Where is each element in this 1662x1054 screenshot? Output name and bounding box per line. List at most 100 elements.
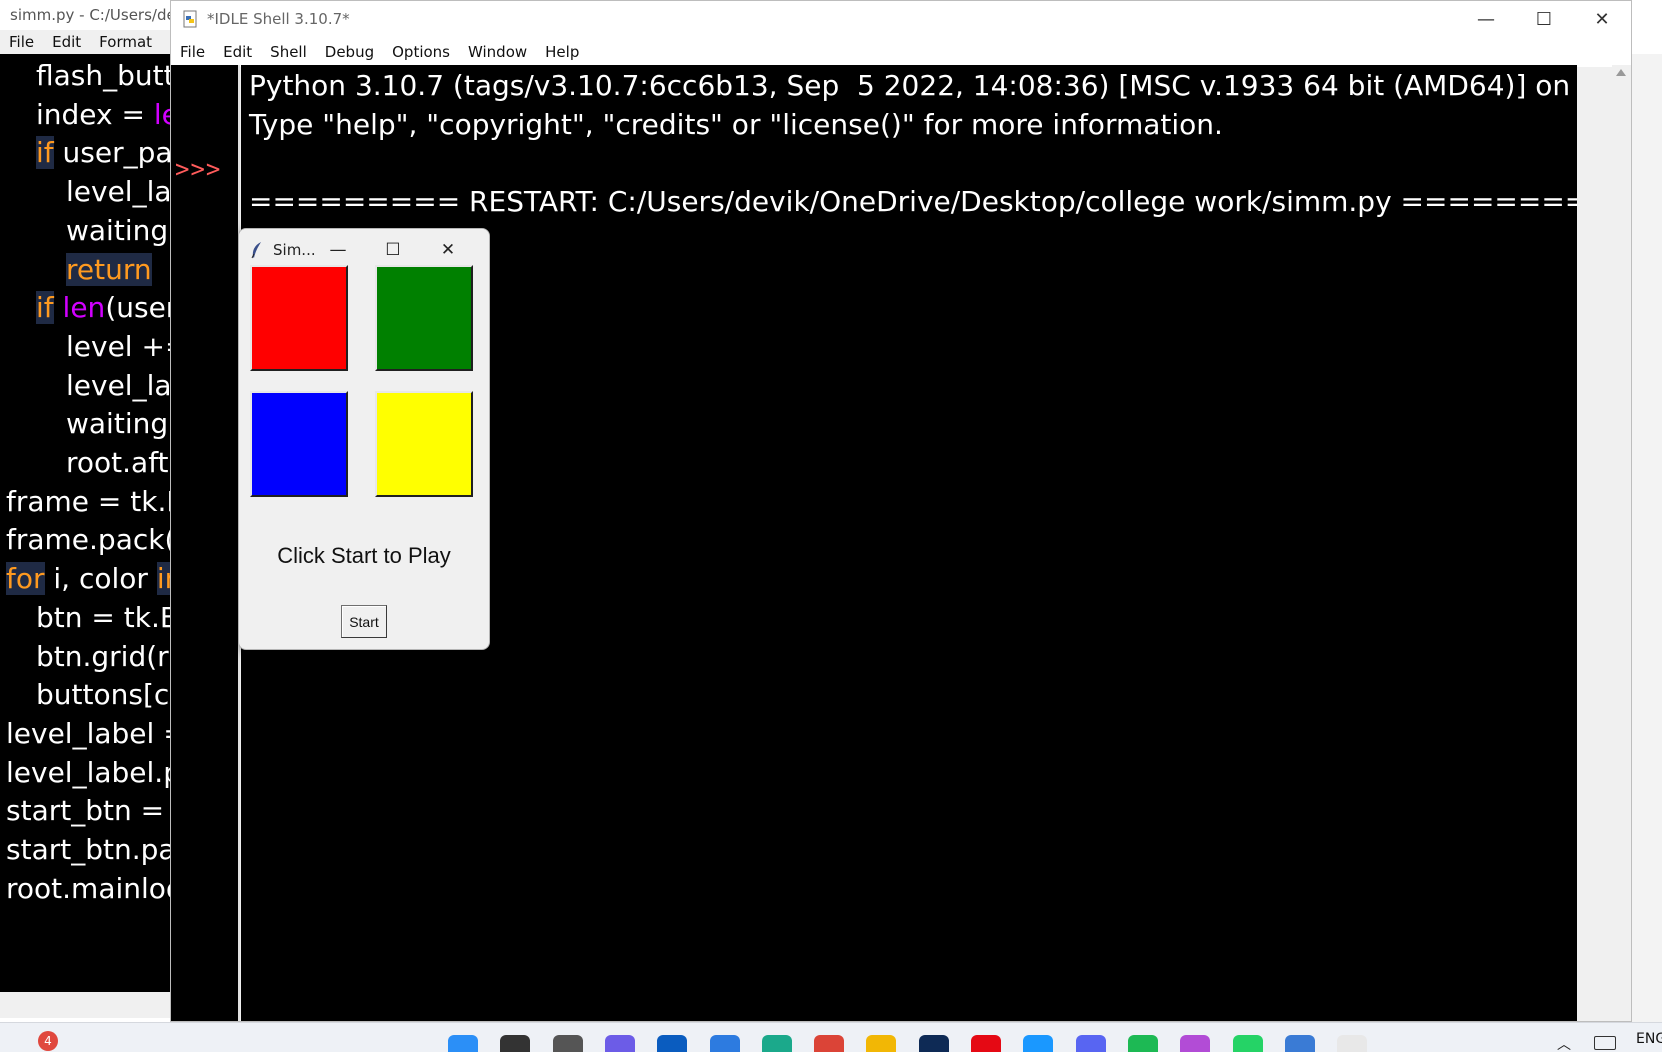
start-button[interactable]: Start xyxy=(341,605,387,638)
code-line: index = le xyxy=(36,94,170,135)
idle-icon[interactable] xyxy=(1337,1035,1368,1052)
shell-output-line: ========= RESTART: C:/Users/devik/OneDri… xyxy=(249,185,1577,219)
code-token: user_pa xyxy=(53,136,170,170)
code-token: level_la xyxy=(66,175,170,209)
code-line: root.aft xyxy=(66,442,169,483)
maximize-button[interactable]: ☐ xyxy=(1515,1,1573,37)
shell-menu-debug[interactable]: Debug xyxy=(325,43,374,61)
editor-window[interactable]: simm.py - C:/Users/devik/OneDrive/Deskto… xyxy=(0,0,171,1018)
code-line: start_btn.pa xyxy=(6,829,170,870)
code-line: frame.pack( xyxy=(6,519,170,560)
code-token: in xyxy=(156,562,170,596)
editor-menubar: FileEditFormatRun xyxy=(0,30,170,54)
editor-menu-format[interactable]: Format xyxy=(99,33,152,51)
vertical-scrollbar[interactable] xyxy=(1612,65,1631,1021)
code-token: (user xyxy=(105,291,170,325)
chevron-up-icon[interactable]: ︿ xyxy=(1557,1034,1571,1054)
shell-prompt: >>> xyxy=(175,155,222,183)
shell-menubar: File Edit Shell Debug Options Window Help xyxy=(171,37,1631,67)
simon-game-window[interactable]: Sim... — ☐ ✕ Click Start to Play Start xyxy=(238,228,490,650)
discord-icon[interactable] xyxy=(1075,1035,1106,1052)
code-line: flash_butt xyxy=(36,55,170,96)
code-token: level_la xyxy=(66,368,170,402)
language-indicator[interactable]: ENG xyxy=(1636,1031,1662,1047)
store-icon[interactable] xyxy=(709,1035,740,1052)
hp-icon[interactable] xyxy=(657,1035,688,1052)
shell-titlebar[interactable]: *IDLE Shell 3.10.7* — ☐ ✕ xyxy=(171,1,1631,37)
code-token: btn = tk.B xyxy=(36,600,170,634)
code-token: le xyxy=(153,97,170,131)
code-line: frame = tk.F xyxy=(6,481,170,522)
red-button[interactable] xyxy=(250,265,348,371)
code-line: waiting xyxy=(66,403,168,444)
spotify-icon[interactable] xyxy=(1127,1035,1158,1052)
chrome-icon[interactable] xyxy=(814,1035,845,1052)
shell-menu-options[interactable]: Options xyxy=(392,43,450,61)
code-line: if len(user xyxy=(36,287,170,328)
code-line: root.mainloo xyxy=(6,868,170,909)
edge-icon[interactable] xyxy=(761,1035,792,1052)
keyboard-icon[interactable] xyxy=(1594,1036,1616,1050)
code-token: index = xyxy=(36,97,154,131)
code-line: if user_pa xyxy=(36,132,170,173)
code-token: frame = tk.F xyxy=(6,484,170,518)
photos-icon[interactable] xyxy=(1284,1035,1315,1052)
close-button[interactable]: ✕ xyxy=(1573,1,1631,37)
code-token: btn.grid(r xyxy=(36,639,169,673)
yellow-button[interactable] xyxy=(375,391,473,497)
minimize-button[interactable]: — xyxy=(1457,1,1515,37)
shell-output-line: Python 3.10.7 (tags/v3.10.7:6cc6b13, Sep… xyxy=(249,69,1577,102)
code-line: level += xyxy=(66,326,170,367)
level-label: Click Start to Play xyxy=(277,543,451,568)
maps-icon[interactable] xyxy=(1180,1035,1211,1052)
code-line: level_label.p xyxy=(6,752,170,793)
code-token: return xyxy=(66,252,152,286)
shell-menu-edit[interactable]: Edit xyxy=(223,43,252,61)
code-token: if xyxy=(36,291,54,325)
start-icon[interactable] xyxy=(448,1035,478,1052)
code-line: btn = tk.B xyxy=(36,597,170,638)
code-line: for i, color in xyxy=(6,558,170,599)
code-token: root.aft xyxy=(66,446,169,479)
shell-menu-help[interactable]: Help xyxy=(545,43,579,61)
code-line: level_label = xyxy=(6,713,170,754)
code-token: root.mainloo xyxy=(6,871,170,905)
editor-statusbar xyxy=(0,992,170,1018)
code-token: level += xyxy=(66,329,170,363)
search-icon[interactable] xyxy=(500,1035,531,1052)
simon-title: Sim... xyxy=(273,241,316,259)
desktop-edge xyxy=(1632,54,1662,1022)
copilot-icon[interactable] xyxy=(604,1035,635,1052)
shell-menu-window[interactable]: Window xyxy=(468,43,527,61)
shell-menu-file[interactable]: File xyxy=(180,43,205,61)
code-line: waiting xyxy=(66,210,168,251)
code-area[interactable]: flash_buttindex = leif user_palevel_lawa… xyxy=(0,54,170,992)
editor-titlebar[interactable]: simm.py - C:/Users/devik/OneDrive/Deskto… xyxy=(0,0,170,30)
editor-menu-edit[interactable]: Edit xyxy=(52,33,81,51)
blue-button[interactable] xyxy=(250,391,348,497)
netflix-icon[interactable] xyxy=(971,1035,1001,1052)
code-line: buttons[c xyxy=(36,674,169,715)
code-token: for xyxy=(6,562,45,596)
file-explorer-icon[interactable] xyxy=(866,1035,897,1052)
shell-title: *IDLE Shell 3.10.7* xyxy=(207,10,350,28)
editor-menu-file[interactable]: File xyxy=(9,33,34,51)
code-token: flash_butt xyxy=(36,59,170,92)
green-button[interactable] xyxy=(375,265,473,371)
code-token: level_label.p xyxy=(6,755,170,789)
task-view-icon[interactable] xyxy=(552,1035,583,1052)
code-token: start_btn.pa xyxy=(6,833,170,866)
code-token: waiting xyxy=(66,213,169,247)
taskbar: 4 ︿ ENG xyxy=(0,1022,1662,1054)
disney-plus-icon[interactable] xyxy=(918,1035,949,1052)
editor-title: simm.py - C:/Users/devik/OneDrive/Deskto… xyxy=(10,6,170,24)
whatsapp-icon[interactable] xyxy=(1232,1035,1263,1052)
code-token: level_label = xyxy=(6,716,170,750)
prime-video-icon[interactable] xyxy=(1023,1035,1054,1052)
scroll-up-icon[interactable] xyxy=(1616,69,1626,76)
prompt-gutter: >>> xyxy=(171,65,240,1021)
code-line: return xyxy=(66,249,152,290)
shell-menu-shell[interactable]: Shell xyxy=(270,43,307,61)
notification-badge[interactable]: 4 xyxy=(38,1031,58,1051)
